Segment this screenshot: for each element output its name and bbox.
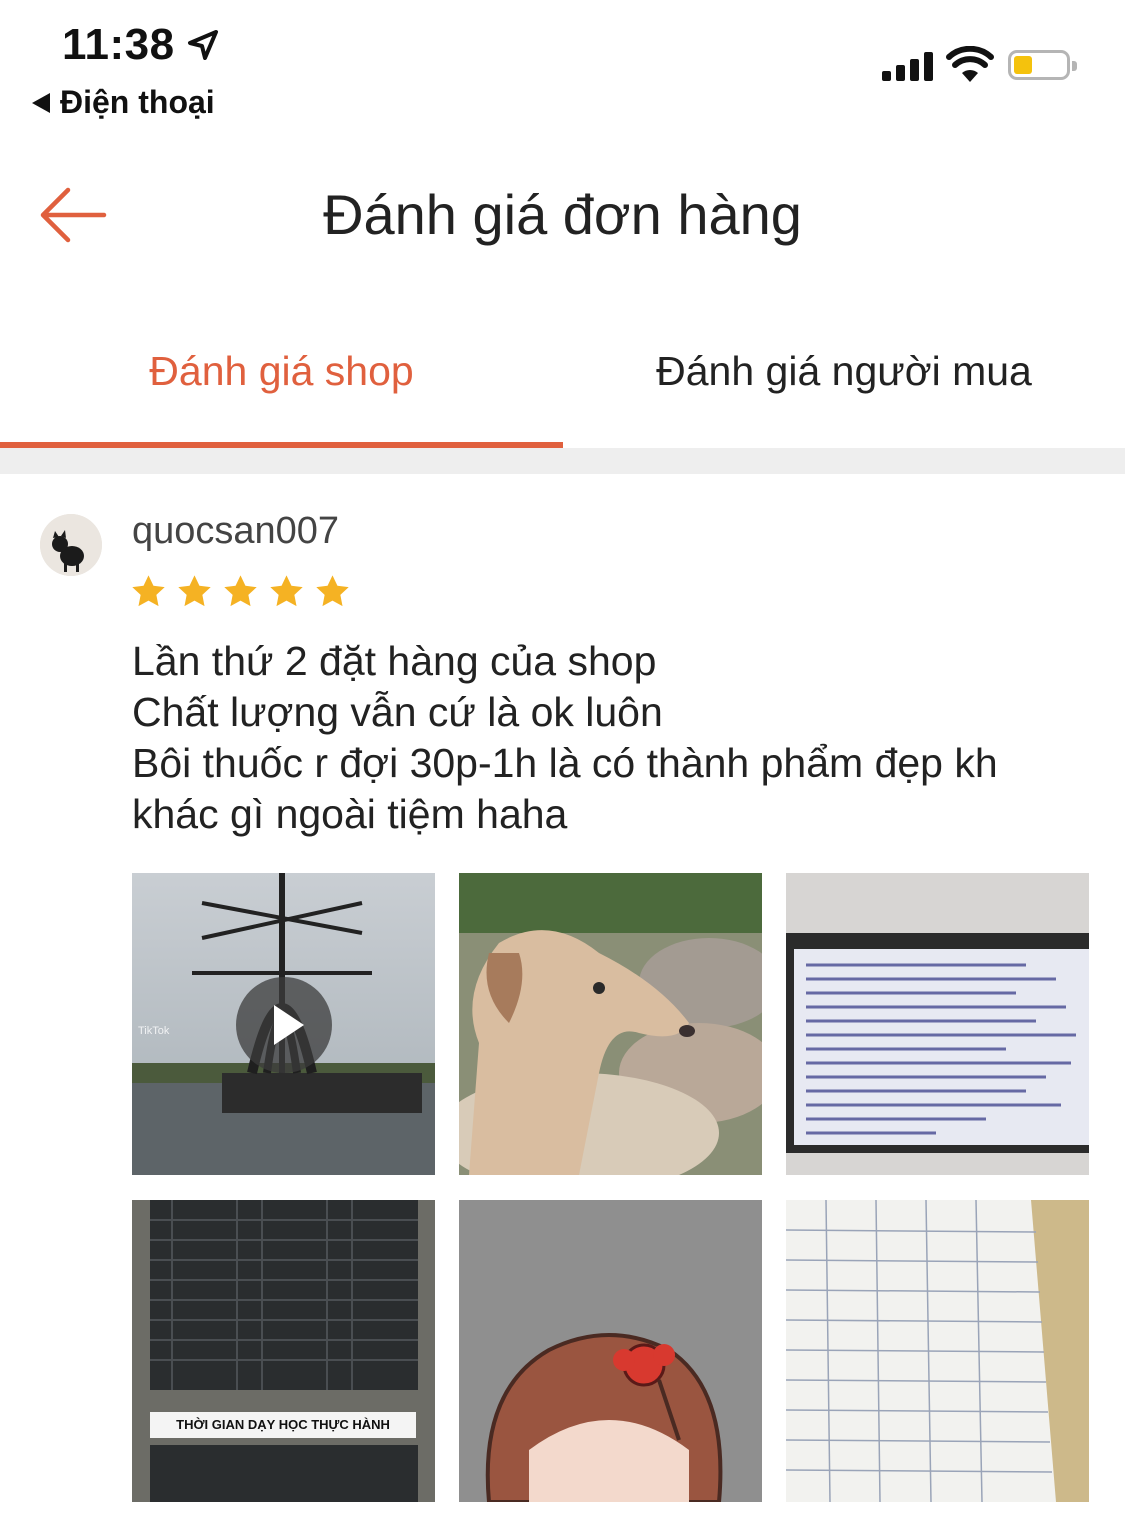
review-text: Lần thứ 2 đặt hàng của shop Chất lượng v…: [132, 636, 1092, 840]
star-icon: [178, 575, 211, 607]
rating-stars: [130, 573, 351, 610]
page-title: Đánh giá đơn hàng: [323, 183, 802, 246]
review-image-thumbnail[interactable]: [786, 1200, 1089, 1502]
review-image-thumbnail[interactable]: [786, 873, 1089, 1175]
star-icon: [224, 575, 257, 607]
review-image-thumbnail[interactable]: [459, 1200, 762, 1502]
review-image-thumbnail[interactable]: [459, 873, 762, 1175]
status-time: 11:38: [62, 20, 175, 69]
section-divider: [0, 448, 1125, 474]
review-video-thumbnail[interactable]: TikTok: [132, 873, 435, 1175]
star-icon: [270, 575, 303, 607]
review-image-thumbnail[interactable]: THỜI GIAN DẠY HỌC THỰC HÀNH: [132, 1200, 435, 1502]
star-icon: [132, 575, 165, 607]
battery-icon: [1008, 50, 1077, 80]
tab-shop-review[interactable]: Đánh giá shop: [0, 348, 563, 395]
review-line: Bôi thuốc r đợi 30p-1h là có thành phẩm …: [132, 740, 998, 786]
tab-buyer-review[interactable]: Đánh giá người mua: [563, 348, 1125, 395]
review-line: Lần thứ 2 đặt hàng của shop: [132, 638, 657, 684]
back-app-label: Điện thoại: [60, 84, 215, 120]
star-icon: [316, 575, 349, 607]
review-line: khác gì ngoài tiệm haha: [132, 791, 568, 837]
schedule-caption: THỜI GIAN DẠY HỌC THỰC HÀNH: [150, 1412, 416, 1438]
location-arrow-icon: [188, 30, 218, 60]
cellular-signal-icon: [882, 52, 933, 81]
wifi-icon: [946, 46, 994, 82]
back-to-app[interactable]: Điện thoại: [32, 84, 215, 121]
back-triangle-icon: [32, 92, 50, 113]
play-icon[interactable]: [236, 977, 332, 1073]
review-line: Chất lượng vẫn cứ là ok luôn: [132, 689, 663, 735]
reviewer-username: quocsan007: [132, 510, 340, 552]
avatar[interactable]: [40, 514, 102, 576]
tiktok-watermark: TikTok: [138, 1025, 170, 1037]
